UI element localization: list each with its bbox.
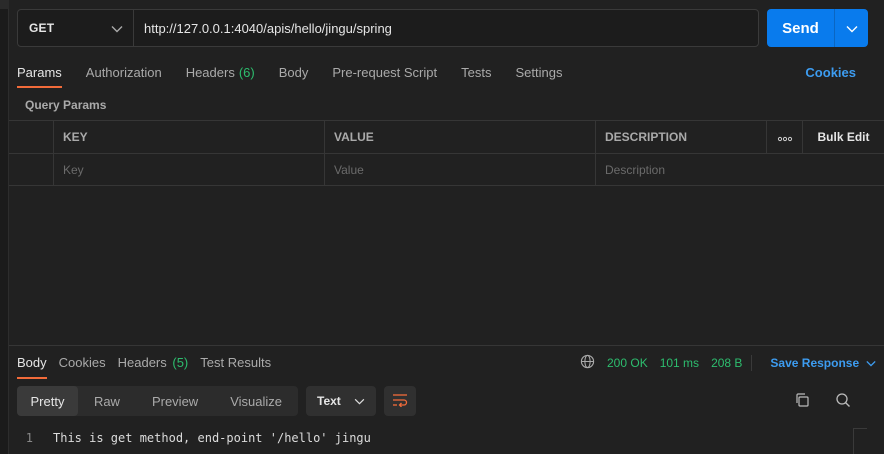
format-label: Text <box>317 394 341 408</box>
query-params-title: Query Params <box>25 98 107 112</box>
tab-label: Body <box>17 355 47 370</box>
response-tab-cookies[interactable]: Cookies <box>59 348 106 379</box>
response-body-line[interactable]: 1 This is get method, end-point '/hello'… <box>17 428 371 448</box>
bulk-edit-button[interactable]: Bulk Edit <box>802 121 884 153</box>
tab-count-badge: (5) <box>172 355 189 370</box>
checkbox-column-header <box>9 121 53 153</box>
tab-params[interactable]: Params <box>17 58 62 88</box>
copy-button[interactable] <box>793 392 811 410</box>
tab-headers[interactable]: Headers (6) <box>186 58 255 88</box>
format-select[interactable]: Text <box>306 386 376 416</box>
save-response-button[interactable]: Save Response <box>770 356 876 370</box>
chevron-down-icon <box>846 21 858 36</box>
response-tab-body[interactable]: Body <box>17 348 47 379</box>
view-pretty[interactable]: Pretty <box>17 386 78 416</box>
tab-label: Headers <box>117 355 167 370</box>
wrap-lines-icon <box>391 393 409 410</box>
status-separator <box>751 355 753 371</box>
tab-pre-request-script[interactable]: Pre-request Script <box>332 58 437 88</box>
send-options-button[interactable] <box>835 9 868 47</box>
view-mode-switcher: Pretty Raw Preview Visualize <box>17 386 298 416</box>
save-response-label: Save Response <box>770 356 860 370</box>
more-horizontal-icon <box>777 130 793 145</box>
key-input[interactable]: Key <box>53 154 324 185</box>
method-select[interactable]: GET <box>18 10 134 46</box>
view-preview[interactable]: Preview <box>136 386 214 416</box>
tab-label: Pre-request Script <box>332 65 438 80</box>
tab-settings[interactable]: Settings <box>515 58 562 88</box>
tab-tests[interactable]: Tests <box>461 58 491 88</box>
chevron-down-icon <box>354 394 365 408</box>
search-button[interactable] <box>834 392 852 410</box>
url-bar: GET http://127.0.0.1:4040/apis/hello/jin… <box>17 9 759 47</box>
value-input[interactable]: Value <box>324 154 595 185</box>
method-label: GET <box>29 21 55 35</box>
wrap-lines-button[interactable] <box>384 386 416 416</box>
tab-body[interactable]: Body <box>279 58 309 88</box>
send-button-group: Send <box>767 9 868 47</box>
response-size[interactable]: 208 B <box>711 356 742 370</box>
response-tab-headers[interactable]: Headers (5) <box>118 348 189 379</box>
sidebar-marker <box>0 0 9 9</box>
tab-label: Params <box>17 65 62 80</box>
key-column-header: KEY <box>53 121 324 153</box>
tab-authorization[interactable]: Authorization <box>86 58 162 88</box>
request-tabs: Params Authorization Headers (6) Body Pre… <box>17 58 586 88</box>
send-button[interactable]: Send <box>767 9 834 47</box>
table-row: Key Value Description <box>9 153 884 186</box>
panel-divider[interactable] <box>9 345 884 346</box>
row-checkbox-cell <box>9 154 53 185</box>
response-time[interactable]: 101 ms <box>660 356 699 370</box>
cookies-link[interactable]: Cookies <box>805 65 856 80</box>
tab-label: Test Results <box>200 355 272 370</box>
url-input[interactable]: http://127.0.0.1:4040/apis/hello/jingu/s… <box>134 10 758 46</box>
copy-icon <box>794 392 810 411</box>
tab-label: Cookies <box>58 355 106 370</box>
response-tabs: Body Cookies Headers (5) Test Results <box>17 348 283 379</box>
view-raw[interactable]: Raw <box>78 386 136 416</box>
description-column-header: DESCRIPTION <box>595 121 766 153</box>
response-tab-test-results[interactable]: Test Results <box>200 348 271 379</box>
globe-icon[interactable] <box>580 354 595 372</box>
tab-label: Authorization <box>85 65 162 80</box>
description-input[interactable]: Description <box>595 154 866 185</box>
value-column-header: VALUE <box>324 121 595 153</box>
view-visualize[interactable]: Visualize <box>214 386 298 416</box>
chevron-down-icon <box>866 356 876 370</box>
status-code[interactable]: 200 OK <box>607 356 648 370</box>
column-options-button[interactable] <box>766 121 802 153</box>
line-number: 1 <box>25 431 33 445</box>
response-scrollbar[interactable] <box>853 428 867 454</box>
chevron-down-icon <box>111 21 123 36</box>
code-text[interactable]: This is get method, end-point '/hello' j… <box>53 431 371 445</box>
params-table: KEY VALUE DESCRIPTION Bulk Edit Key Valu… <box>9 120 884 186</box>
search-icon <box>835 392 851 411</box>
tab-label: Headers <box>185 65 235 80</box>
tab-label: Settings <box>515 65 563 80</box>
tab-label: Body <box>278 65 309 80</box>
tab-count-badge: (6) <box>238 65 255 80</box>
table-header-row: KEY VALUE DESCRIPTION Bulk Edit <box>9 120 884 153</box>
response-status-bar: 200 OK 101 ms 208 B Save Response <box>580 354 876 372</box>
left-sidebar-strip <box>0 0 9 454</box>
tab-label: Tests <box>461 65 492 80</box>
